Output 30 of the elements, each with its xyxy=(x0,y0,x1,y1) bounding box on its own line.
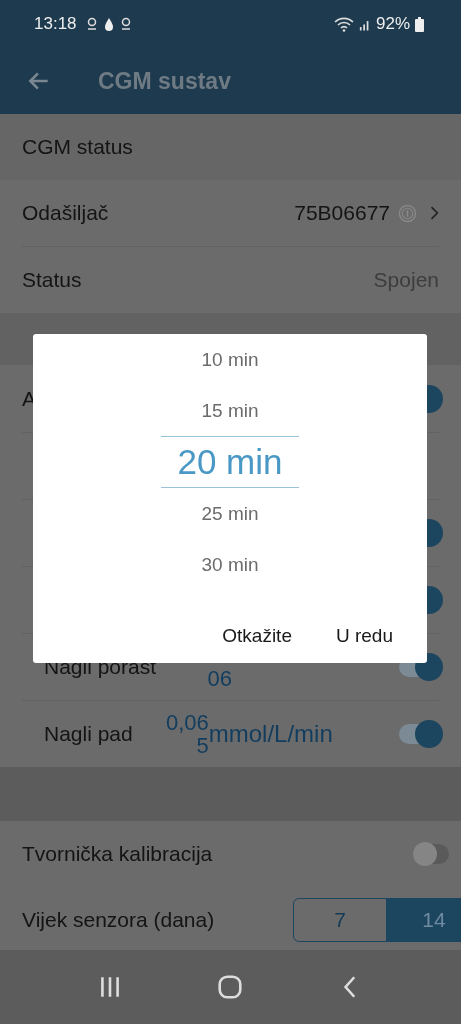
threshold-value: 06 xyxy=(206,665,233,690)
location-icon xyxy=(119,17,132,31)
picker-option[interactable]: 10 min xyxy=(161,334,299,385)
toggle-switch[interactable] xyxy=(413,842,449,866)
ok-button[interactable]: U redu xyxy=(323,617,405,655)
battery-icon xyxy=(415,16,424,32)
row-label: Odašiljač xyxy=(22,201,109,225)
segment-option[interactable]: 14 xyxy=(387,898,461,942)
toggle-switch[interactable] xyxy=(399,720,443,748)
screen-title: CGM sustav xyxy=(98,67,231,95)
picker-option[interactable]: 20 min xyxy=(161,436,299,488)
cancel-button[interactable]: Otkažite xyxy=(210,617,304,655)
row-label: Nagli pad xyxy=(44,722,133,746)
section-title: CGM status xyxy=(22,135,133,159)
picker-option[interactable]: 25 min xyxy=(161,488,299,539)
threshold-value: 0,06 5 xyxy=(164,711,209,757)
row-label: Status xyxy=(22,268,82,292)
picker-option[interactable]: 30 min xyxy=(161,539,299,590)
chevron-icon[interactable] xyxy=(429,204,439,222)
home-icon[interactable] xyxy=(217,974,244,1000)
location-icon xyxy=(85,17,98,31)
unit-label: mmol/L/min xyxy=(208,720,333,748)
row-label: Tvornička kalibracija xyxy=(22,842,213,866)
row-label: Vijek senzora (dana) xyxy=(22,908,215,932)
picker-option[interactable]: 15 min xyxy=(161,385,299,436)
wifi-icon xyxy=(333,16,354,32)
battery-level: 92% xyxy=(375,14,410,34)
drop-icon xyxy=(102,17,115,31)
clock: 13:18 xyxy=(34,14,77,34)
row-value: 75B06677 xyxy=(294,201,390,225)
